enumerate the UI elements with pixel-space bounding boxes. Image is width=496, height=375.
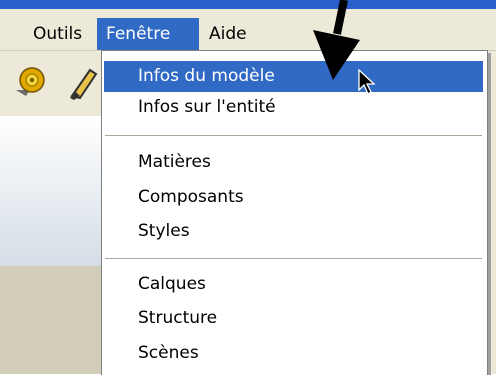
menu-fenetre[interactable]: Fenêtre — [97, 18, 199, 50]
menu-item-matieres[interactable]: Matières — [102, 147, 485, 178]
menu-item-composants[interactable]: Composants — [102, 182, 485, 213]
menu-separator — [105, 258, 482, 259]
paint-bucket-icon[interactable] — [62, 62, 102, 102]
annotation-arrow-icon — [313, 0, 360, 80]
menu-separator — [105, 135, 482, 136]
menu-bar: Outils Fenêtre Aide — [0, 9, 496, 51]
menu-item-structure[interactable]: Structure — [102, 303, 485, 334]
menu-aide[interactable]: Aide — [200, 18, 256, 50]
menu-outils[interactable]: Outils — [24, 18, 91, 50]
menu-item-infos-du-modele[interactable]: Infos du modèle — [104, 61, 483, 92]
menu-item-scenes[interactable]: Scènes — [102, 338, 485, 369]
menu-item-infos-sur-entite[interactable]: Infos sur l'entité — [102, 92, 485, 123]
menu-item-calques[interactable]: Calques — [102, 269, 485, 300]
menu-item-styles[interactable]: Styles — [102, 216, 485, 247]
tape-measure-icon[interactable] — [10, 62, 50, 102]
fenetre-dropdown-menu: Infos du modèle Infos sur l'entité Matiè… — [101, 50, 488, 375]
window-frame-top — [0, 0, 496, 9]
